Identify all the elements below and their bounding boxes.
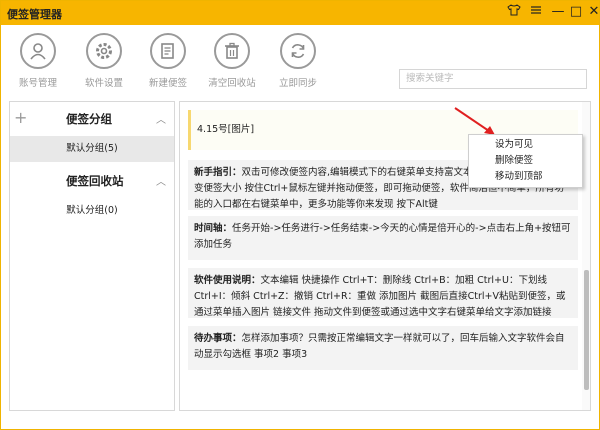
groups-header-label: 便签分组 bbox=[66, 112, 112, 126]
empty-recycle-button[interactable]: 清空回收站 bbox=[202, 33, 262, 95]
menu-item-set-visible[interactable]: 设为可见 bbox=[469, 137, 582, 153]
toolbar-label: 新建便签 bbox=[148, 78, 187, 89]
app-title: 便签管理器 bbox=[7, 8, 62, 21]
note-card[interactable]: 软件使用说明：文本编辑 快捷操作 Ctrl+T：删除线 Ctrl+B：加粗 Ct… bbox=[188, 268, 578, 318]
red-arrow-annotation bbox=[454, 107, 495, 135]
new-note-icon bbox=[150, 33, 186, 69]
recycle-header-label: 便签回收站 bbox=[66, 174, 124, 188]
note-body: 怎样添加事项？只需按正常编辑文字一样就可以了，回车后输入文字软件会自动显示勾选框… bbox=[194, 333, 565, 360]
scrollbar[interactable] bbox=[582, 102, 590, 410]
chevron-up-icon[interactable]: ︿ bbox=[156, 111, 166, 126]
maximize-button[interactable]: □ bbox=[567, 3, 585, 21]
note-text: 4.15号[图片] bbox=[197, 124, 255, 135]
toolbar: 账号管理 软件设置 新建便签 清空回收站 立即同步 搜索关键字 bbox=[1, 25, 599, 97]
toolbar-label: 软件设置 bbox=[84, 78, 123, 89]
toolbar-label: 账号管理 bbox=[18, 78, 57, 89]
note-title: 待办事项： bbox=[194, 333, 242, 344]
context-menu: 设为可见 删除便签 移动到顶部 bbox=[468, 134, 583, 188]
title-bar[interactable]: 便签管理器 — □ ✕ bbox=[1, 1, 599, 25]
app-window: 便签管理器 — □ ✕ 账号管理 软件设置 新建便签 清空回收站 立即同步 搜索… bbox=[0, 0, 600, 430]
close-button[interactable]: ✕ bbox=[585, 3, 600, 21]
toolbar-label: 清空回收站 bbox=[208, 78, 256, 89]
search-input[interactable]: 搜索关键字 bbox=[399, 69, 587, 89]
sync-now-button[interactable]: 立即同步 bbox=[268, 33, 328, 95]
groups-header[interactable]: + 便签分组 ︿ bbox=[10, 104, 174, 132]
add-group-icon[interactable]: + bbox=[14, 108, 27, 127]
chevron-up-icon[interactable]: ︿ bbox=[156, 173, 166, 188]
account-manage-button[interactable]: 账号管理 bbox=[8, 33, 68, 95]
note-body: 任务开始->任务进行->任务结束->今天的心情是倍开心的->点击右上角+按钮可添… bbox=[194, 223, 571, 250]
note-card[interactable]: 待办事项：怎样添加事项？只需按正常编辑文字一样就可以了，回车后输入文字软件会自动… bbox=[188, 326, 578, 370]
note-title: 新手指引： bbox=[194, 167, 242, 178]
note-title: 时间轴： bbox=[194, 223, 233, 234]
note-title: 软件使用说明： bbox=[194, 275, 261, 286]
gear-icon bbox=[86, 33, 122, 69]
sidebar-item-recycle-default[interactable]: 默认分组(0) bbox=[10, 198, 174, 224]
sync-icon bbox=[280, 33, 316, 69]
user-icon bbox=[20, 33, 56, 69]
settings-button[interactable]: 软件设置 bbox=[74, 33, 134, 95]
minimize-button[interactable]: — bbox=[549, 3, 567, 21]
new-note-button[interactable]: 新建便签 bbox=[138, 33, 198, 95]
menu-item-move-to-top[interactable]: 移动到顶部 bbox=[469, 169, 582, 185]
recycle-header[interactable]: 便签回收站 ︿ bbox=[10, 166, 174, 194]
shirt-icon[interactable] bbox=[505, 3, 523, 21]
menu-icon[interactable] bbox=[527, 3, 545, 21]
sidebar-item-default-group[interactable]: 默认分组(5) bbox=[10, 136, 174, 162]
note-card[interactable]: 时间轴：任务开始->任务进行->任务结束->今天的心情是倍开心的->点击右上角+… bbox=[188, 216, 578, 260]
sidebar: + 便签分组 ︿ 默认分组(5) 便签回收站 ︿ 默认分组(0) bbox=[9, 101, 175, 411]
trash-icon bbox=[214, 33, 250, 69]
menu-item-delete-note[interactable]: 删除便签 bbox=[469, 153, 582, 169]
scrollbar-thumb[interactable] bbox=[584, 270, 589, 390]
toolbar-label: 立即同步 bbox=[278, 78, 317, 89]
